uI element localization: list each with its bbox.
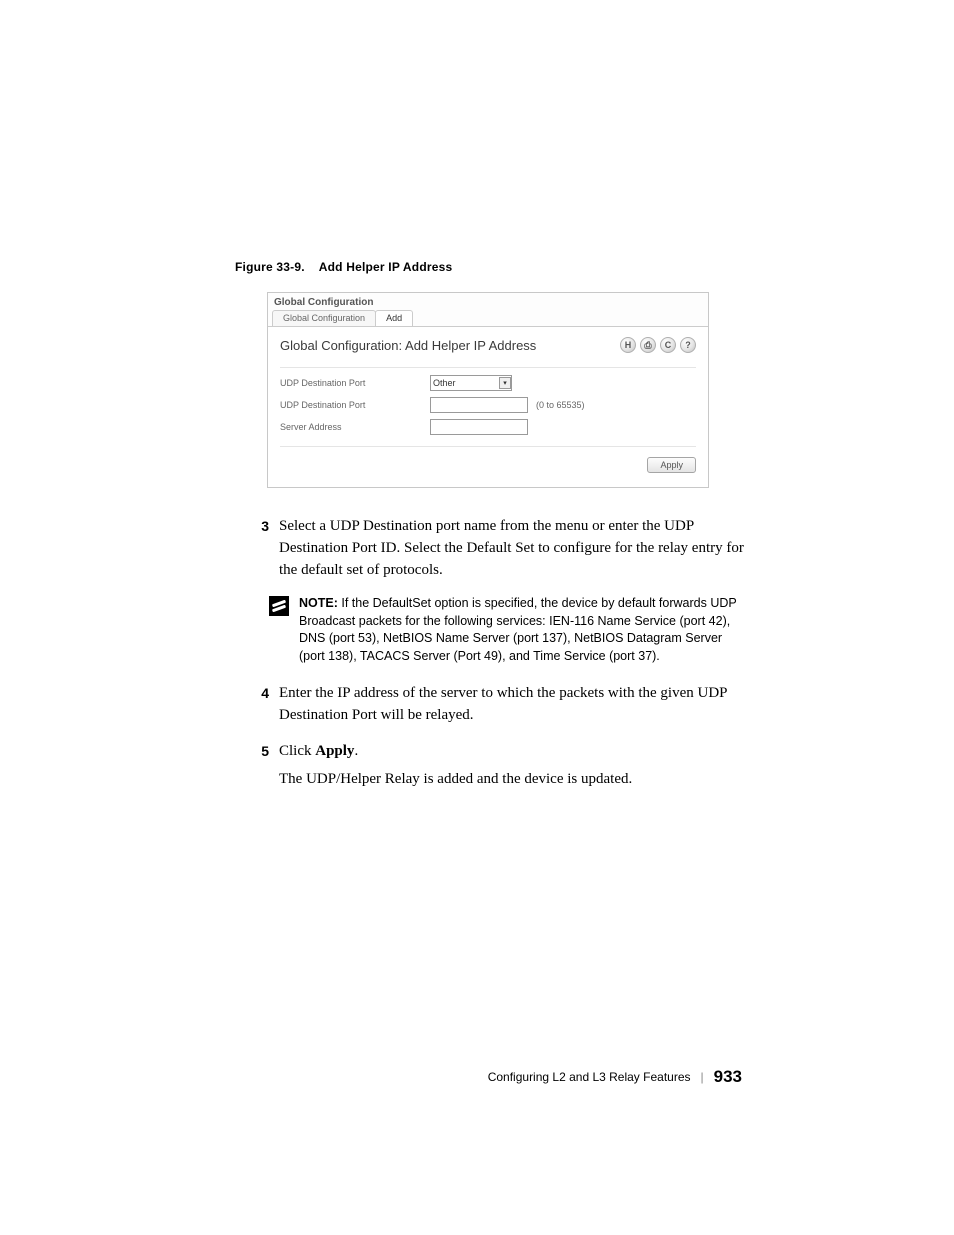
step-number: 4 bbox=[235, 683, 279, 727]
label-udp-destination-port: UDP Destination Port bbox=[280, 378, 430, 388]
figure-title: Add Helper IP Address bbox=[319, 260, 453, 274]
step-number: 5 bbox=[235, 741, 279, 791]
tab-add[interactable]: Add bbox=[375, 310, 413, 326]
footer-section: Configuring L2 and L3 Relay Features bbox=[488, 1070, 691, 1084]
figure-ref: Figure 33-9. bbox=[235, 260, 305, 274]
udp-port-range: (0 to 65535) bbox=[536, 400, 585, 410]
figure-caption: Figure 33-9. Add Helper IP Address bbox=[235, 260, 744, 274]
tab-global-configuration[interactable]: Global Configuration bbox=[272, 310, 376, 326]
panel-heading: Global Configuration: Add Helper IP Addr… bbox=[280, 338, 536, 353]
step-3: 3 Select a UDP Destination port name fro… bbox=[235, 516, 744, 581]
step-5-line2: The UDP/Helper Relay is added and the de… bbox=[279, 769, 632, 791]
window-title: Global Configuration bbox=[268, 293, 708, 310]
note-icon bbox=[269, 596, 289, 616]
toolbar-icons: H ⎙ C ? bbox=[620, 337, 696, 353]
footer-separator: | bbox=[701, 1070, 704, 1084]
form-row-udp-port-input: UDP Destination Port (0 to 65535) bbox=[280, 394, 696, 416]
step-5-bold: Apply bbox=[315, 743, 354, 759]
apply-button[interactable]: Apply bbox=[647, 457, 696, 473]
tab-bar: Global Configuration Add bbox=[268, 310, 708, 326]
step-5: 5 Click Apply. The UDP/Helper Relay is a… bbox=[235, 741, 744, 791]
note-label: NOTE: bbox=[299, 596, 338, 610]
step-text: Enter the IP address of the server to wh… bbox=[279, 683, 744, 727]
form-row-server-address: Server Address bbox=[280, 416, 696, 438]
screenshot-figure: Global Configuration Global Configuratio… bbox=[267, 292, 709, 488]
note-body: If the DefaultSet option is specified, t… bbox=[299, 596, 737, 663]
form-panel: UDP Destination Port Other ▾ UDP Destina… bbox=[280, 367, 696, 479]
chevron-down-icon: ▾ bbox=[499, 377, 511, 389]
udp-port-select-value: Other bbox=[433, 378, 456, 388]
help-icon[interactable]: ? bbox=[680, 337, 696, 353]
step-5-pre: Click bbox=[279, 743, 315, 759]
label-server-address: Server Address bbox=[280, 422, 430, 432]
page-number: 933 bbox=[714, 1067, 742, 1087]
udp-port-select[interactable]: Other ▾ bbox=[430, 375, 512, 391]
print-icon[interactable]: ⎙ bbox=[640, 337, 656, 353]
note-text: NOTE: If the DefaultSet option is specif… bbox=[299, 595, 744, 665]
server-address-input[interactable] bbox=[430, 419, 528, 435]
step-text: Select a UDP Destination port name from … bbox=[279, 516, 744, 581]
note-block: NOTE: If the DefaultSet option is specif… bbox=[269, 595, 744, 665]
refresh-icon[interactable]: C bbox=[660, 337, 676, 353]
save-icon[interactable]: H bbox=[620, 337, 636, 353]
step-text: Click Apply. The UDP/Helper Relay is add… bbox=[279, 741, 632, 791]
step-number: 3 bbox=[235, 516, 279, 581]
step-5-post: . bbox=[354, 743, 358, 759]
udp-port-input[interactable] bbox=[430, 397, 528, 413]
label-udp-destination-port-2: UDP Destination Port bbox=[280, 400, 430, 410]
step-4: 4 Enter the IP address of the server to … bbox=[235, 683, 744, 727]
form-row-udp-port-select: UDP Destination Port Other ▾ bbox=[280, 372, 696, 394]
page-footer: Configuring L2 and L3 Relay Features | 9… bbox=[488, 1067, 742, 1087]
